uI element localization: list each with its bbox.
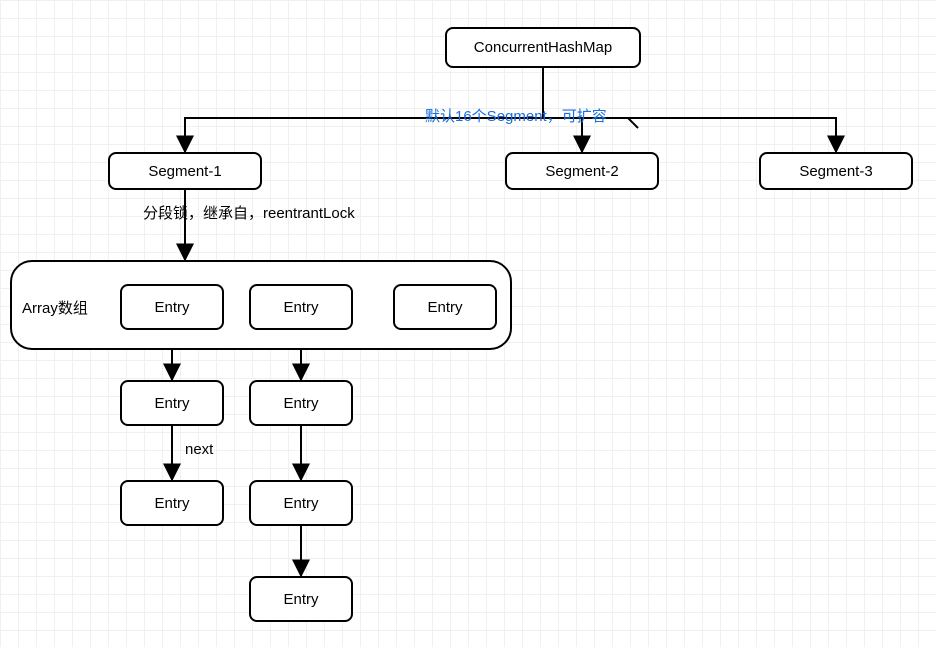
segment-1-node: Segment-1 <box>108 152 262 190</box>
root-label: ConcurrentHashMap <box>474 39 612 56</box>
annotation-segment-lock: 分段锁，继承自，reentrantLock <box>143 202 355 223</box>
array-label: Array数组 <box>22 297 88 318</box>
chain1-entry-1: Entry <box>120 380 224 426</box>
chain2-entry-1: Entry <box>249 380 353 426</box>
array-entry-1: Entry <box>249 284 353 330</box>
chain2-entry-2: Entry <box>249 480 353 526</box>
segment-3-label: Segment-3 <box>799 163 872 180</box>
annotation-next: next <box>185 441 213 458</box>
segment-3-node: Segment-3 <box>759 152 913 190</box>
segment-1-label: Segment-1 <box>148 163 221 180</box>
root-node: ConcurrentHashMap <box>445 27 641 68</box>
segment-2-node: Segment-2 <box>505 152 659 190</box>
array-entry-2: Entry <box>393 284 497 330</box>
chain2-entry-3: Entry <box>249 576 353 622</box>
array-entry-0: Entry <box>120 284 224 330</box>
chain1-entry-2: Entry <box>120 480 224 526</box>
segment-2-label: Segment-2 <box>545 163 618 180</box>
annotation-default-segments: 默认16个Segment，可扩容 <box>425 105 607 126</box>
